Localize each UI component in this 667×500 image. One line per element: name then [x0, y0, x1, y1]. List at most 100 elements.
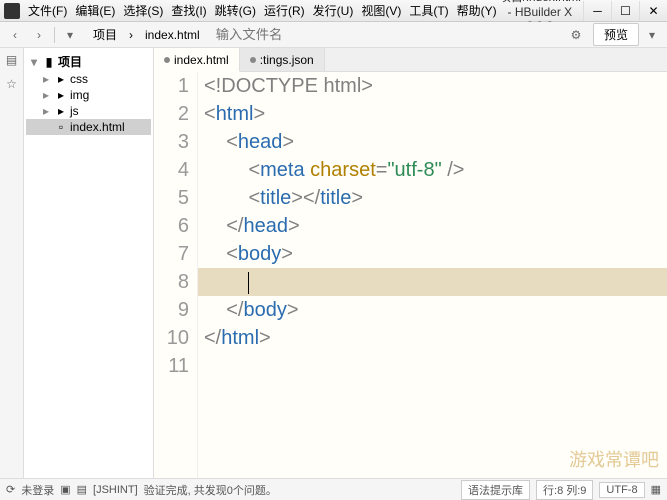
file-explorer: ▾ ▮ 项目 ▸▸css▸▸img▸▸js ▫ index.html: [24, 48, 154, 478]
tree-folder[interactable]: ▸▸img: [26, 87, 151, 103]
tab-label: :tings.json: [260, 53, 314, 67]
folder-icon: ▮: [42, 55, 56, 69]
file-icon[interactable]: ▤: [4, 52, 20, 68]
titlebar: 文件(F) 编辑(E) 选择(S) 查找(I) 跳转(G) 运行(R) 发行(U) 视图(V)…: [0, 0, 667, 22]
code-line[interactable]: <head>: [198, 128, 667, 156]
line-number: 7: [154, 240, 189, 268]
terminal-icon[interactable]: ▣: [60, 483, 70, 496]
editor-tab[interactable]: :tings.json: [240, 48, 325, 71]
code-line[interactable]: <body>: [198, 240, 667, 268]
breadcrumb-file[interactable]: index.html: [139, 28, 206, 42]
line-number: 4: [154, 156, 189, 184]
code-editor[interactable]: 1234567891011 <!DOCTYPE html><html> <hea…: [154, 72, 667, 478]
syntax-hint-button[interactable]: 语法提示库: [461, 480, 530, 500]
line-number: 11: [154, 352, 189, 380]
lint-tag: [JSHINT]: [93, 484, 138, 496]
cursor-position[interactable]: 行:8 列:9: [536, 480, 593, 500]
folder-icon: ▸: [54, 104, 68, 118]
line-number: 3: [154, 128, 189, 156]
search-box[interactable]: [216, 27, 563, 42]
code-line[interactable]: </body>: [198, 296, 667, 324]
separator: [54, 27, 55, 43]
line-number: 6: [154, 212, 189, 240]
twisty-closed-icon: ▸: [40, 72, 52, 86]
bookmark-icon[interactable]: ☆: [4, 76, 20, 92]
code-line[interactable]: <title></title>: [198, 184, 667, 212]
search-input[interactable]: [216, 27, 563, 42]
login-status[interactable]: 未登录: [21, 482, 54, 498]
twisty-open-icon: ▾: [28, 55, 40, 69]
breadcrumb: 项目 › index.html: [87, 26, 206, 43]
app-logo: [4, 3, 20, 19]
lint-message: 验证完成, 共发现0个问题。: [144, 482, 277, 498]
tree-label: 项目: [58, 53, 82, 70]
folder-icon: ▸: [54, 88, 68, 102]
tree-folder[interactable]: ▸▸js: [26, 103, 151, 119]
grid-icon[interactable]: ▦: [651, 483, 661, 496]
tree-label: css: [70, 72, 88, 86]
status-bar: ⟳ 未登录 ▣ ▤ [JSHINT] 验证完成, 共发现0个问题。 语法提示库 …: [0, 478, 667, 500]
line-number: 1: [154, 72, 189, 100]
back-button[interactable]: ‹: [4, 25, 26, 45]
tree-label: img: [70, 88, 89, 102]
editor-tab[interactable]: index.html: [154, 48, 240, 72]
line-number: 5: [154, 184, 189, 212]
line-number: 2: [154, 100, 189, 128]
twisty-closed-icon: ▸: [40, 88, 52, 102]
preview-button[interactable]: 预览: [593, 23, 639, 46]
tree-root[interactable]: ▾ ▮ 项目: [26, 52, 151, 71]
menu-item[interactable]: 选择(S): [123, 2, 163, 19]
menu-item[interactable]: 运行(R): [264, 2, 305, 19]
encoding[interactable]: UTF-8: [599, 482, 644, 498]
folder-icon: ▸: [54, 72, 68, 86]
menu-item[interactable]: 视图(V): [361, 2, 401, 19]
code-line[interactable]: <meta charset="utf-8" />: [198, 156, 667, 184]
editor-tabs: index.html :tings.json: [154, 48, 667, 72]
minimize-button[interactable]: ─: [583, 1, 611, 21]
code-line[interactable]: [198, 268, 667, 296]
line-number: 10: [154, 324, 189, 352]
text-cursor: [248, 272, 249, 294]
line-number: 9: [154, 296, 189, 324]
collapse-icon[interactable]: ▾: [59, 25, 81, 45]
menu-item[interactable]: 编辑(E): [75, 2, 115, 19]
code-lines[interactable]: <!DOCTYPE html><html> <head> <meta chars…: [198, 72, 667, 478]
menu-item[interactable]: 发行(U): [313, 2, 354, 19]
settings-icon[interactable]: ⚙: [565, 25, 587, 45]
code-line[interactable]: </html>: [198, 324, 667, 352]
line-number: 8: [154, 268, 189, 296]
menu-bar: 文件(F) 编辑(E) 选择(S) 查找(I) 跳转(G) 运行(R) 发行(U) 视图(V)…: [24, 2, 497, 19]
tree-file-index[interactable]: ▫ index.html: [26, 119, 151, 135]
code-line[interactable]: </head>: [198, 212, 667, 240]
breadcrumb-root[interactable]: 项目: [87, 26, 123, 43]
twisty-closed-icon: ▸: [40, 104, 52, 118]
chevron-right-icon: ›: [123, 28, 139, 42]
tree-folder[interactable]: ▸▸css: [26, 71, 151, 87]
log-icon[interactable]: ▤: [77, 483, 87, 496]
sync-icon[interactable]: ⟳: [6, 483, 15, 496]
menu-item[interactable]: 查找(I): [171, 2, 206, 19]
line-gutter: 1234567891011: [154, 72, 198, 478]
activity-bar: ▤ ☆: [0, 48, 24, 478]
dirty-dot-icon: [164, 57, 170, 63]
dirty-dot-icon: [250, 57, 256, 63]
forward-button[interactable]: ›: [28, 25, 50, 45]
tree-label: index.html: [70, 120, 125, 134]
maximize-button[interactable]: ☐: [611, 1, 639, 21]
code-line[interactable]: [198, 352, 667, 380]
html-file-icon: ▫: [54, 120, 68, 134]
main-area: ▤ ☆ ▾ ▮ 项目 ▸▸css▸▸img▸▸js ▫ index.html i…: [0, 48, 667, 478]
menu-item[interactable]: 工具(T): [409, 2, 448, 19]
editor-area: index.html :tings.json 1234567891011 <!DO…: [154, 48, 667, 478]
window-controls: ─ ☐ ✕: [583, 1, 667, 21]
tree-label: js: [70, 104, 79, 118]
code-line[interactable]: <html>: [198, 100, 667, 128]
code-line[interactable]: <!DOCTYPE html>: [198, 72, 667, 100]
dropdown-icon[interactable]: ▾: [641, 25, 663, 45]
menu-item[interactable]: 文件(F): [28, 2, 67, 19]
menu-item[interactable]: 跳转(G): [215, 2, 256, 19]
toolbar: ‹ › ▾ 项目 › index.html ⚙ 预览 ▾: [0, 22, 667, 48]
close-button[interactable]: ✕: [639, 1, 667, 21]
menu-item[interactable]: 帮助(Y): [457, 2, 497, 19]
tab-label: index.html: [174, 53, 229, 67]
